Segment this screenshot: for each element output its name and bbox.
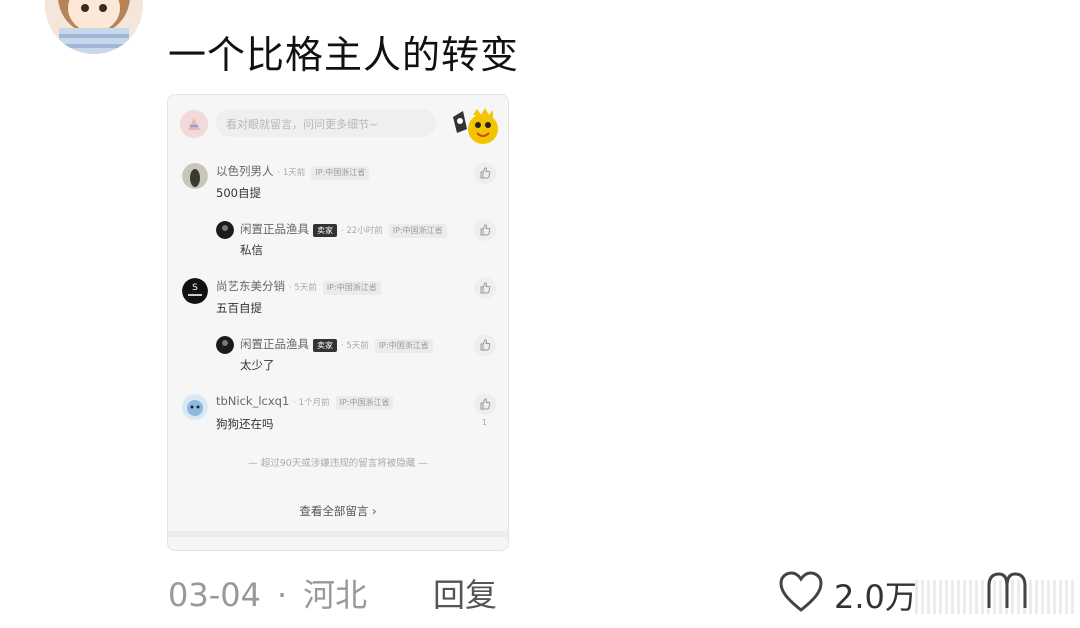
time-label: · 1天前 bbox=[277, 168, 306, 178]
comment-meta: tbNick_lcxq1 · 1个月前 IP:中国浙江省 bbox=[216, 394, 394, 410]
seller-badge: 卖家 bbox=[313, 339, 337, 352]
ip-badge: IP:中国浙江省 bbox=[374, 339, 433, 353]
thumbs-up-icon bbox=[480, 398, 491, 410]
comment-meta: 闲置正品渔具 卖家 · 5天前 IP:中国浙江省 bbox=[240, 336, 433, 353]
like-count: 2.0万 bbox=[834, 578, 917, 616]
comment-input[interactable]: 看对眼就留言，问问更多细节~ bbox=[216, 109, 436, 137]
comment-input-placeholder: 看对眼就留言，问问更多细节~ bbox=[226, 118, 379, 131]
user-avatar[interactable]: S bbox=[182, 278, 208, 304]
comment-body: 太少了 bbox=[240, 358, 275, 372]
username[interactable]: 以色列男人 bbox=[216, 164, 274, 178]
divider bbox=[168, 531, 508, 537]
user-avatar[interactable] bbox=[182, 394, 208, 420]
hidden-comments-notice: — 超过90天或涉嫌违规的留言将被隐藏 — bbox=[248, 458, 428, 469]
comment-text: 一个比格主人的转变 bbox=[168, 33, 520, 77]
ip-badge: IP:中国浙江省 bbox=[311, 166, 370, 180]
thumbs-up-icon bbox=[480, 167, 491, 179]
sticker-icon bbox=[443, 103, 503, 149]
comment-date: 03-04 bbox=[168, 576, 261, 614]
screenshot-header: 看对眼就留言，问问更多细节~ bbox=[168, 95, 508, 157]
comment-row: 以色列男人 · 1天前 IP:中国浙江省 500自提 bbox=[168, 157, 508, 209]
view-all-comments-link[interactable]: 查看全部留言 › bbox=[168, 503, 508, 519]
comment-row: tbNick_lcxq1 · 1个月前 IP:中国浙江省 狗狗还在吗 1 bbox=[168, 388, 508, 440]
embedded-screenshot[interactable]: 看对眼就留言，问问更多细节~ 以色列男人 · 1天前 IP:中国浙江省 500自提 bbox=[167, 94, 509, 551]
comment-body: 狗狗还在吗 bbox=[216, 417, 274, 431]
thumbs-up-icon bbox=[480, 224, 491, 236]
reply-row: 闲置正品渔具 卖家 · 5天前 IP:中国浙江省 太少了 bbox=[168, 330, 508, 382]
ip-badge: IP:中国浙江省 bbox=[335, 396, 394, 410]
time-label: · 5天前 bbox=[341, 341, 369, 351]
like-button[interactable] bbox=[474, 277, 496, 299]
ip-badge: IP:中国浙江省 bbox=[388, 224, 447, 238]
comment-meta: 以色列男人 · 1天前 IP:中国浙江省 bbox=[216, 163, 370, 180]
like-button[interactable] bbox=[474, 393, 496, 415]
comment-meta: 闲置正品渔具 卖家 · 22小时前 IP:中国浙江省 bbox=[240, 221, 447, 238]
reply-row: 闲置正品渔具 卖家 · 22小时前 IP:中国浙江省 私信 bbox=[168, 215, 508, 267]
user-avatar[interactable] bbox=[216, 336, 234, 354]
thumbs-up-icon bbox=[480, 282, 491, 294]
username[interactable]: 闲置正品渔具 bbox=[240, 337, 309, 351]
comment-meta: 尚艺东美分销 · 5天前 IP:中国浙江省 bbox=[216, 278, 381, 295]
like-count: 1 bbox=[481, 418, 487, 427]
svg-text:S: S bbox=[192, 283, 198, 293]
comment-location: 河北 bbox=[303, 576, 368, 614]
ip-badge: IP:中国浙江省 bbox=[322, 281, 381, 295]
thumbs-up-icon bbox=[480, 339, 491, 351]
comment-body: 私信 bbox=[240, 243, 263, 257]
like-button[interactable] bbox=[474, 219, 496, 241]
mini-avatar bbox=[180, 110, 208, 138]
heart-icon bbox=[779, 571, 823, 612]
like-button[interactable] bbox=[778, 570, 824, 614]
comment-body: 500自提 bbox=[216, 186, 261, 200]
reply-button[interactable]: 回复 bbox=[433, 570, 497, 616]
comment-body: 五百自提 bbox=[216, 301, 262, 315]
username[interactable]: tbNick_lcxq1 bbox=[216, 394, 289, 408]
commenter-avatar[interactable] bbox=[45, 0, 143, 54]
user-avatar[interactable] bbox=[182, 163, 208, 189]
user-avatar[interactable] bbox=[216, 221, 234, 239]
time-label: · 1个月前 bbox=[293, 398, 330, 408]
like-button[interactable] bbox=[474, 162, 496, 184]
username[interactable]: 尚艺东美分销 bbox=[216, 279, 285, 293]
time-label: · 22小时前 bbox=[341, 226, 383, 236]
username[interactable]: 闲置正品渔具 bbox=[240, 222, 309, 236]
time-label: · 5天前 bbox=[289, 283, 317, 293]
separator-dot: · bbox=[276, 576, 288, 614]
comment-row: S 尚艺东美分销 · 5天前 IP:中国浙江省 五百自提 bbox=[168, 272, 508, 324]
more-icon[interactable] bbox=[985, 568, 1029, 612]
like-button[interactable] bbox=[474, 334, 496, 356]
seller-badge: 卖家 bbox=[313, 224, 337, 237]
comment-footer: 03-04 · 河北 bbox=[168, 570, 367, 616]
